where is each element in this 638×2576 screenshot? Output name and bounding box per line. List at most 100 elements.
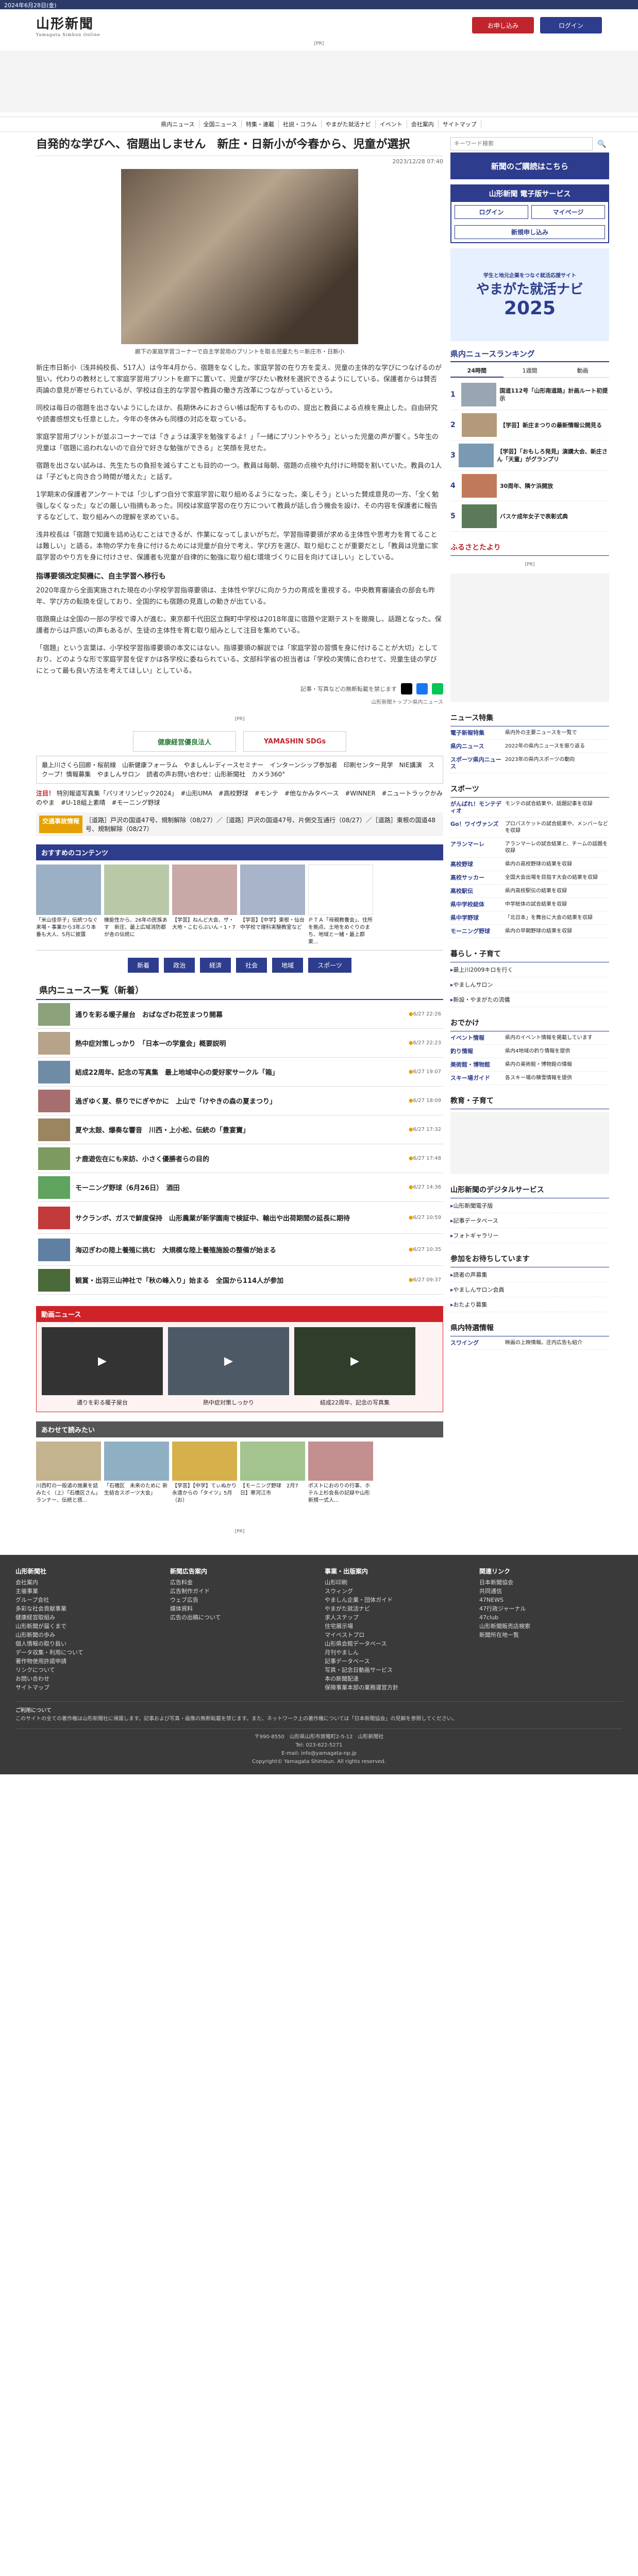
footer-link[interactable]: 多彩な社会貢献事業 [15,1604,129,1613]
tab-politics[interactable]: 政治 [164,958,195,973]
footer-link[interactable]: 山形印刷 [325,1578,438,1587]
video-item[interactable]: 通りを彩る暖子屋台 [42,1327,163,1406]
ranking-item[interactable]: 3 【学芸】「おもしろ発見」演講大会、新庄さん「天童」がグランプリ [450,440,609,471]
footer-link[interactable]: 共同通信 [479,1587,593,1596]
ad-banner-top[interactable] [0,50,638,112]
sports-item[interactable]: 県中学校総体 中学総体の試合結果を収録 [450,898,609,911]
tab-new[interactable]: 新着 [128,958,159,973]
footer-link[interactable]: 広告料金 [170,1578,283,1587]
ranking-item[interactable]: 2 【学芸】新庄まつりの最新情報公開見る [450,410,609,440]
edu-banner[interactable] [450,1112,609,1174]
footer-link[interactable]: 山形県会館データベース [325,1639,438,1648]
shukatsu-banner[interactable]: 学生と地元企業をつなぐ就活応援サイト やまがた就活ナビ 2025 [450,248,609,341]
breadcrumb[interactable]: 山形新聞トップ＞県内ニュース [36,698,444,705]
site-logo[interactable]: 山形新聞 Yamagata Simbun Online [36,13,100,37]
footer-link[interactable]: 保険事業本部の業務運営方針 [325,1683,438,1692]
digital-item[interactable]: フォトギャラリー [450,1228,609,1243]
search-icon[interactable]: 🔍 [595,137,609,150]
news-row[interactable]: 過ぎゆく夏、祭りでにぎやかに 上山で「けやきの森の夏まつり」 6/27 18:09 [36,1087,443,1115]
footer-link[interactable]: 媒体資料 [170,1604,283,1613]
footer-link[interactable]: 日本新聞協会 [479,1578,593,1587]
footer-link[interactable]: 山形新聞が届くまで [15,1622,129,1631]
footer-link[interactable]: 47club [479,1613,593,1622]
footer-link[interactable]: 山形新聞の歩み [15,1631,129,1639]
rec-item[interactable]: 【学芸】ねんど大会、ザ・大地・こむらぶいん・1・7 [172,865,237,946]
also-item[interactable]: ポストにおのりの行事、ホテル上杉会長の記録や山形新規一式人... [308,1442,373,1504]
gnav-item[interactable]: 特集・連載 [242,120,279,128]
footer-link[interactable]: 本の新聞配達 [325,1674,438,1683]
footer-link[interactable]: 写真・記念日動画サービス [325,1666,438,1674]
news-row[interactable]: 観賞・出羽三山神社で「秋の峰入り」始まる 全国から114人が参加 6/27 09:… [36,1266,443,1295]
sports-item[interactable]: Go！ワイヴァンズ プロバスケットの試合結果や、メンバーなどを収録 [450,818,609,838]
gnav-item[interactable]: イベント [376,120,407,128]
digital-item[interactable]: 記事データベース [450,1213,609,1228]
footer-link[interactable]: 広告の出稿について [170,1613,283,1622]
footer-link[interactable]: 住宅展示場 [325,1622,438,1631]
odekake-item[interactable]: 釣り情報 県内4地域の釣り情報を提供 [450,1045,609,1058]
login-button[interactable]: ログイン [540,17,602,33]
rec-item[interactable]: 機能性から、26年の民族あす 新庄、最上広域消防都が舎の伝統に [104,865,169,946]
rec-item[interactable]: ＰＴＡ「母親教養会」、住所を拠点、土地をめぐりのまち、地域と一緒・最上郡東... [308,865,373,946]
article-photo[interactable] [121,169,358,344]
footer-link[interactable]: 会社案内 [15,1578,129,1587]
news-row[interactable]: 結成22周年、記念の写真集 最上地域中心の愛好家サークル「箱」 6/27 19:0… [36,1058,443,1087]
footer-link[interactable]: 個人情報の取り扱い [15,1639,129,1648]
footer-link[interactable]: 健康経営取組み [15,1613,129,1622]
footer-link[interactable]: 山形新聞販売店検索 [479,1622,593,1631]
facebook-share-icon[interactable] [416,683,428,694]
life-item[interactable]: やましんサロン [450,977,609,992]
sports-item[interactable]: 県中学野球 「北日本」を舞台に大会の結果を収録 [450,911,609,925]
special-item[interactable]: スポーツ県内ニュース 2023年の県内スポーツの動向 [450,753,609,773]
news-row[interactable]: サクランボ、ガスで鮮度保持 山形農業が新学園南で検証中、輸出や出荷期間の延長に期… [36,1202,443,1234]
sdgs-banner[interactable]: YAMASHIN SDGs [243,731,346,752]
traffic-text[interactable]: ［道路］戸沢の国道47号、規制解除（08/27）／［道路］戸沢の国道47号、片側… [86,816,440,833]
footer-link[interactable]: マイベストプロ [325,1631,438,1639]
tab-24h[interactable]: 24時間 [450,364,503,378]
gnav-item[interactable]: やまがた就活ナビ [322,120,376,128]
notice-text[interactable]: 特別報道写真集「パリオリンピック2024」 #山形UMA #高校野球 #モンテ … [36,790,443,806]
footer-link[interactable]: データ収集・利用について [15,1648,129,1657]
footer-email[interactable]: E-mail: info@yamagata-np.jp [15,1750,623,1758]
navi-mypage-button[interactable]: マイページ [531,205,605,219]
footer-link[interactable]: 求人ステップ [325,1613,438,1622]
life-item[interactable]: 新設・やまがたの流儀 [450,992,609,1007]
sports-item[interactable]: がんばれ！モンテディオ モンテの試合結果や、話題記事を収録 [450,798,609,818]
news-row[interactable]: 海辺ぎわの陸上養殖に挑む 大規模な陸上養殖施設の整備が始まる 6/27 10:35 [36,1234,443,1266]
footer-link[interactable]: スウィング [325,1587,438,1596]
gnav-item[interactable]: 県内ニュース [157,120,199,128]
footer-link[interactable]: やましん企業・団体ガイド [325,1596,438,1604]
gnav-item[interactable]: サイトマップ [439,120,481,128]
rec-item[interactable]: 【学芸】【中学】東根・仙台中学校で理科実験教室など [240,865,305,946]
footer-link[interactable]: お問い合わせ [15,1674,129,1683]
footer-link[interactable]: リンクについて [15,1666,129,1674]
footer-link[interactable]: サイトマップ [15,1683,129,1692]
ranking-item[interactable]: 1 国道112号「山形南道路」計画ルート初提示 [450,380,609,410]
sports-item[interactable]: 高校駅伝 県内高校駅伝の結果を収録 [450,885,609,898]
furusato-heading[interactable]: ふるさとたより [450,539,609,556]
special-item[interactable]: 電子新報特集 県内外の主要ニュースを一覧で [450,726,609,740]
footer-link[interactable]: 主催事業 [15,1587,129,1596]
news-row[interactable]: ナ鹿遊佐在にも来訪、小さく優勝者らの目的 6/27 17:48 [36,1144,443,1173]
related-links[interactable]: 最上川さくら回廊・桜前線 山新健康フォーラム やましんレディースセミナー インタ… [36,756,443,784]
news-row[interactable]: 通りを彩る暖子屋台 おばなざわ花笠まつり開幕 6/27 22:26 [36,1000,443,1029]
footer-link[interactable]: 記事データベース [325,1657,438,1666]
line-share-icon[interactable] [432,683,443,694]
footer-link[interactable]: 新聞所在地一覧 [479,1631,593,1639]
navi-login-button[interactable]: ログイン [455,205,528,219]
also-item[interactable]: 「石橋区 未来のために 新生結合スポーツ大会」 [104,1442,169,1504]
ranking-item[interactable]: 5 バスケ成年女子で表彰式典 [450,501,609,532]
tab-society[interactable]: 社会 [236,958,267,973]
footer-link[interactable]: 著作物使用許諾申請 [15,1657,129,1666]
also-item[interactable]: 【学芸】【中学】てぃぬかり永遠からの「タイツ」5月（お） [172,1442,237,1504]
news-row[interactable]: 夏や太鼓、爆奏な響音 川西・上小松、伝統の「豊宴寶」 6/27 17:32 [36,1115,443,1144]
news-row[interactable]: モーニング野球（6月26日） 酒田 6/27 14:36 [36,1173,443,1202]
ranking-item[interactable]: 4 30周年、隣ケ浜開放 [450,471,609,501]
gnav-item[interactable]: 社説・コラム [279,120,322,128]
weather-item[interactable]: スワイング 映画の上映情報。庄内広告も紹介 [450,1336,609,1350]
rec-item[interactable]: 「米山佳奈子」伝統つなぐ来場・事業から3年ぶり本番も大人、5月に披露 [36,865,101,946]
join-item[interactable]: やましんサロン会員 [450,1282,609,1297]
health-banner[interactable]: 健康経営優良法人 [133,731,236,752]
odekake-item[interactable]: 美術館・博物館 県内の美術館・博物館の情報 [450,1058,609,1072]
apply-button[interactable]: お申し込み [472,17,534,33]
odekake-item[interactable]: スキー場ガイド 各スキー場の積雪情報を提供 [450,1072,609,1085]
